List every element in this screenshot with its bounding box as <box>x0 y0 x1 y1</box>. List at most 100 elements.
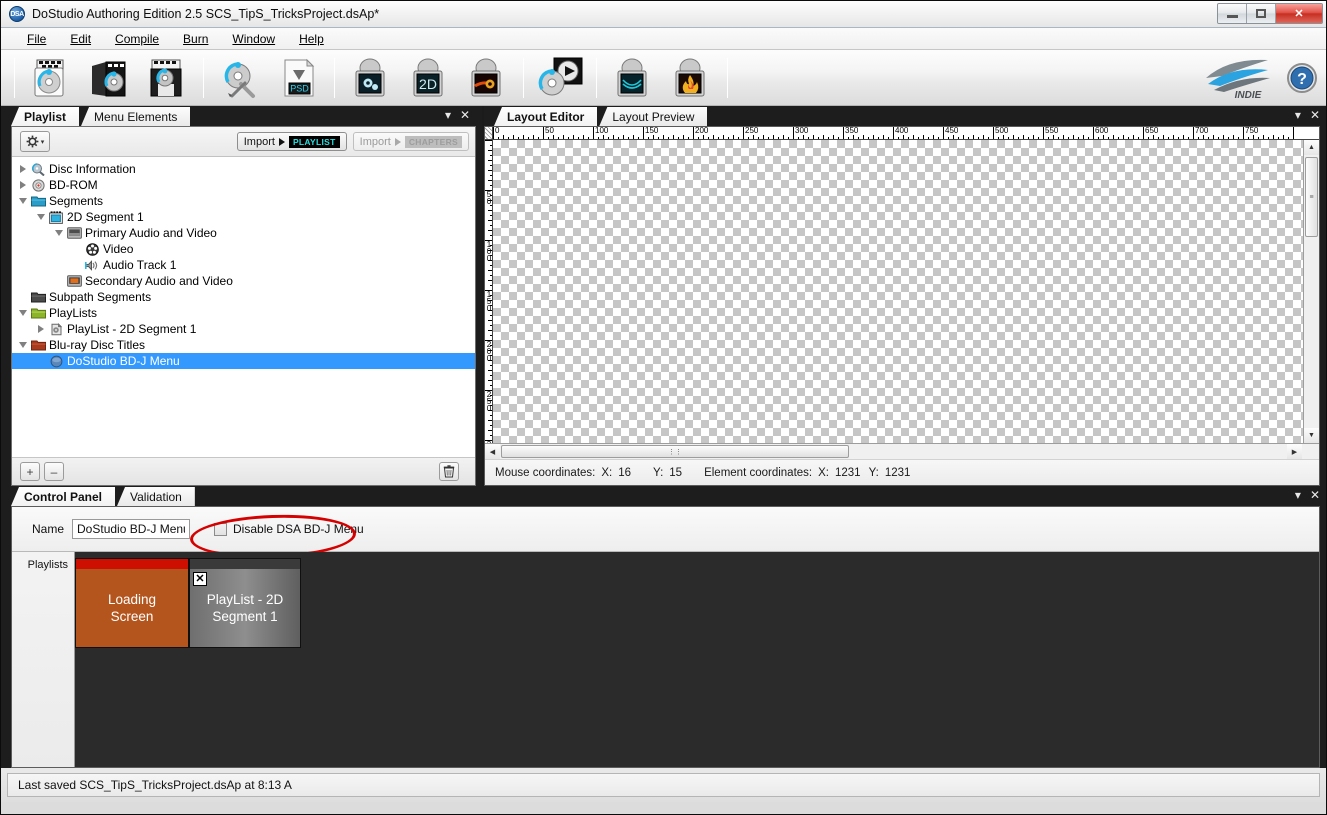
menu-compile[interactable]: Compile <box>103 30 171 48</box>
psd-import-icon[interactable]: PSD <box>269 53 327 103</box>
tree-item-video[interactable]: Video <box>12 241 475 257</box>
mouse-x-label: X: <box>601 466 613 479</box>
playlist-panel-close-icon[interactable]: ✕ <box>460 108 470 122</box>
menu-window-label: Window <box>232 31 276 46</box>
collapse-arrow-icon[interactable] <box>16 338 30 352</box>
remove-button[interactable]: – <box>44 462 64 481</box>
close-button[interactable]: ✕ <box>1276 4 1322 23</box>
expand-arrow-icon[interactable] <box>16 178 30 192</box>
playlist-icon <box>48 322 64 336</box>
tab-validation[interactable]: Validation <box>117 487 195 506</box>
menu-help[interactable]: Help <box>287 30 336 48</box>
open-project-icon[interactable] <box>80 53 138 103</box>
import-chapters-button[interactable]: Import CHAPTERS <box>352 132 469 151</box>
menu-file[interactable]: File <box>15 30 58 48</box>
tab-control-panel[interactable]: Control Panel <box>11 487 116 506</box>
layout-status-bar: Mouse coordinates: X: 16 Y: 15 Element c… <box>485 459 1319 485</box>
tab-playlist[interactable]: Playlist <box>11 107 80 126</box>
name-field[interactable] <box>72 519 191 539</box>
trash-icon[interactable] <box>439 462 459 481</box>
tree-item-label: 2D Segment 1 <box>67 210 144 224</box>
menu-window[interactable]: Window <box>220 30 287 48</box>
disable-dsa-checkbox[interactable] <box>214 522 228 536</box>
ruler-label-v: 100 <box>486 240 492 263</box>
2d-disc-icon[interactable]: 2D <box>400 53 458 103</box>
import-playlist-button[interactable]: Import PLAYLIST <box>236 132 347 151</box>
tree-item-secondary-audio-and-video[interactable]: Secondary Audio and Video <box>12 273 475 289</box>
toolbar-group-file <box>22 50 196 105</box>
collapse-arrow-icon[interactable] <box>16 306 30 320</box>
tree-item-playlists[interactable]: PlayLists <box>12 305 475 321</box>
toolbar-group-output <box>604 50 720 105</box>
tree-item-2d-segment-1[interactable]: 2D Segment 1 <box>12 209 475 225</box>
scroll-left-arrow[interactable]: ◀ <box>485 444 500 459</box>
vertical-scroll-thumb[interactable]: ≡ <box>1305 157 1318 237</box>
horizontal-scroll-thumb[interactable]: ⋮⋮ <box>501 445 849 458</box>
menu-edit[interactable]: Edit <box>58 30 103 48</box>
tree-item-label: Blu-ray Disc Titles <box>49 338 146 352</box>
collapse-arrow-icon[interactable] <box>34 210 48 224</box>
ruler-tick-v <box>488 380 492 381</box>
timeline-clip[interactable]: Loading Screen <box>75 558 189 648</box>
help-button[interactable]: ? <box>1286 62 1318 94</box>
timeline-track[interactable]: Loading Screen ✕ PlayList - 2D Segment 1 <box>75 552 1319 767</box>
control-panel-minimize-icon[interactable]: ▾ <box>1295 488 1301 502</box>
playlist-panel-minimize-icon[interactable]: ▾ <box>445 108 451 122</box>
tree-item-label: PlayLists <box>49 306 98 320</box>
transparent-canvas[interactable] <box>493 140 1303 443</box>
window-controls: ✕ <box>1217 3 1323 24</box>
menu-burn[interactable]: Burn <box>171 30 220 48</box>
ruler-tick-v <box>488 280 492 281</box>
gear-dropdown-button[interactable]: ▾ <box>20 131 50 152</box>
collapse-arrow-icon[interactable] <box>16 194 30 208</box>
tree-item-primary-audio-and-video[interactable]: Primary Audio and Video <box>12 225 475 241</box>
tab-menu-elements[interactable]: Menu Elements <box>81 107 191 126</box>
tree-item-bd-rom[interactable]: BD-ROM <box>12 177 475 193</box>
expand-arrow-icon[interactable] <box>16 162 30 176</box>
ruler-tick-v <box>488 430 492 431</box>
burn-disc-icon[interactable] <box>662 53 720 103</box>
clip-close-icon[interactable]: ✕ <box>193 572 207 586</box>
folder-red-icon <box>30 338 46 352</box>
tab-layout-preview[interactable]: Layout Preview <box>599 107 708 126</box>
collapse-arrow-icon[interactable] <box>52 226 66 240</box>
canvas-vertical-scrollbar[interactable]: ▲ ≡ ▼ <box>1303 140 1319 443</box>
tab-layout-editor[interactable]: Layout Editor <box>494 107 598 126</box>
settings-disc-icon[interactable] <box>342 53 400 103</box>
tree-item-segments[interactable]: Segments <box>12 193 475 209</box>
ruler-tick-v <box>485 140 492 141</box>
expand-arrow-icon[interactable] <box>34 322 48 336</box>
add-button[interactable]: + <box>20 462 40 481</box>
validate-disc-icon[interactable] <box>604 53 662 103</box>
control-panel-close-icon[interactable]: ✕ <box>1310 488 1320 502</box>
scroll-right-arrow[interactable]: ▶ <box>1287 444 1302 459</box>
toolbar-group-inspect: PSD <box>211 50 327 105</box>
tree-item-blu-ray-disc-titles[interactable]: Blu-ray Disc Titles <box>12 337 475 353</box>
scroll-up-arrow[interactable]: ▲ <box>1304 140 1319 155</box>
compile-disc-icon[interactable] <box>458 53 516 103</box>
tree-item-label: Disc Information <box>49 162 136 176</box>
disable-dsa-checkbox-wrapper[interactable]: Disable DSA BD-J Menu <box>214 522 364 536</box>
timeline-clip[interactable]: ✕ PlayList - 2D Segment 1 <box>189 558 301 648</box>
panel-minimize-icon[interactable]: ▾ <box>1295 108 1301 122</box>
tree-item-subpath-segments[interactable]: Subpath Segments <box>12 289 475 305</box>
new-project-icon[interactable] <box>22 53 80 103</box>
preview-disc-icon[interactable] <box>531 53 589 103</box>
playlist-tree[interactable]: Disc Information BD-ROM Segments 2D Segment… <box>12 157 475 457</box>
panel-close-icon[interactable]: ✕ <box>1310 108 1320 122</box>
folder-dark-icon <box>30 290 46 304</box>
tree-item-disc-information[interactable]: Disc Information <box>12 161 475 177</box>
tree-item-dostudio-bd-j-menu[interactable]: DoStudio BD-J Menu <box>12 353 475 369</box>
disc-inspect-icon[interactable] <box>211 53 269 103</box>
maximize-button[interactable] <box>1247 4 1276 23</box>
horizontal-ruler-track: 0 50 100 150 200 250 300 350 400 450 500 550 600 650 7… <box>493 127 1319 139</box>
tree-item-audio-track-1[interactable]: Audio Track 1 <box>12 257 475 273</box>
canvas-horizontal-scrollbar[interactable]: ◀ ⋮⋮ ▶ <box>485 443 1319 459</box>
save-project-icon[interactable] <box>138 53 196 103</box>
bdj-menu-icon <box>48 354 64 368</box>
minimize-button[interactable] <box>1218 4 1247 23</box>
scroll-down-arrow[interactable]: ▼ <box>1304 428 1319 443</box>
tree-item-playlist-2d-segment-1[interactable]: PlayList - 2D Segment 1 <box>12 321 475 337</box>
